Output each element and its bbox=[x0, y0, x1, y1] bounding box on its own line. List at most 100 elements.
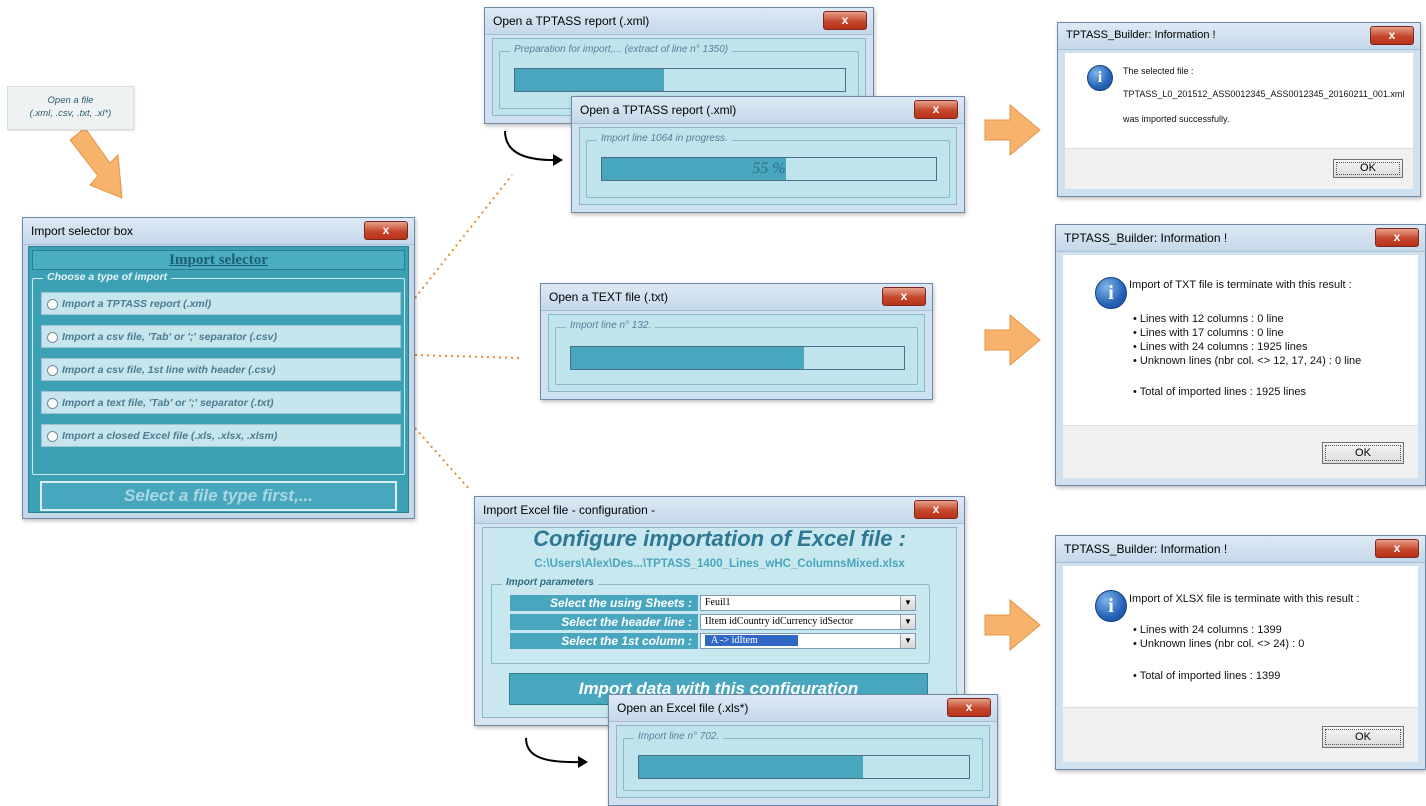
title-bar: Open a TPTASS report (.xml) bbox=[485, 8, 873, 35]
progress-fill bbox=[571, 347, 805, 369]
message-area: i The selected file : TPTASS_L0_201512_A… bbox=[1065, 53, 1413, 189]
sheet-select[interactable]: Feuil1 ▼ bbox=[700, 595, 916, 611]
message-line: The selected file : bbox=[1123, 66, 1194, 76]
progress-fill bbox=[639, 756, 864, 778]
result-line: • Lines with 12 columns : 0 line bbox=[1133, 313, 1284, 325]
progress-bar bbox=[514, 68, 846, 92]
result-line: • Unknown lines (nbr col. <> 24) : 0 bbox=[1133, 638, 1305, 650]
selector-header: Import selector bbox=[32, 250, 405, 270]
status-text: Import line n° 132. bbox=[566, 320, 656, 331]
shortcut-extensions: (.xml, .csv, .txt, .xl*) bbox=[29, 108, 112, 119]
window-title: TPTASS_Builder: Information ! bbox=[1064, 231, 1228, 245]
select-file-type-label: Select a file type first,... bbox=[124, 486, 313, 505]
progress-bar: 55 % bbox=[601, 157, 937, 181]
radio-import-text[interactable]: Import a text file, 'Tab' or ';' separat… bbox=[41, 391, 401, 414]
open-file-shortcut[interactable]: Open a file (.xml, .csv, .txt, .xl*) bbox=[7, 86, 134, 130]
file-path: C:\Users\Alex\Des...\TPTASS_1400_Lines_w… bbox=[534, 558, 905, 570]
ok-button[interactable]: OK bbox=[1322, 726, 1404, 748]
radio-label: Import a TPTASS report (.xml) bbox=[62, 298, 212, 310]
window-title: Open a TPTASS report (.xml) bbox=[493, 14, 650, 28]
title-bar: Open a TEXT file (.txt) bbox=[541, 284, 932, 311]
dialog-footer: OK bbox=[1063, 707, 1418, 762]
info-icon: i bbox=[1087, 65, 1113, 91]
radio-import-csv-separator[interactable]: Import a csv file, 'Tab' or ';' separato… bbox=[41, 325, 401, 348]
dropdown-arrow-icon[interactable]: ▼ bbox=[900, 615, 915, 629]
radio-import-excel[interactable]: Import a closed Excel file (.xls, .xlsx,… bbox=[41, 424, 401, 447]
radio-icon bbox=[47, 365, 58, 376]
info-icon: i bbox=[1095, 277, 1127, 309]
result-total: • Total of imported lines : 1399 bbox=[1133, 670, 1281, 682]
excel-config-window: Import Excel file - configuration - x Co… bbox=[474, 496, 965, 726]
status-text: Import line 1064 in progress. bbox=[597, 133, 732, 144]
excel-import-window: Open an Excel file (.xls*) x Import line… bbox=[608, 694, 998, 806]
message-area: i Import of XLSX file is terminate with … bbox=[1063, 566, 1418, 762]
progress-bar bbox=[570, 346, 905, 370]
message-area: i Import of TXT file is terminate with t… bbox=[1063, 255, 1418, 478]
selector-panel: Import selector Choose a type of import … bbox=[28, 246, 409, 513]
radio-import-xml[interactable]: Import a TPTASS report (.xml) bbox=[41, 292, 401, 315]
title-bar: Open an Excel file (.xls*) bbox=[609, 695, 997, 722]
radio-import-csv-header[interactable]: Import a csv file, 1st line with header … bbox=[41, 358, 401, 381]
progress-bar bbox=[638, 755, 970, 779]
first-column-select[interactable]: A -> idItem ▼ bbox=[700, 633, 916, 649]
xml-import-window: Open a TPTASS report (.xml) x Import lin… bbox=[571, 96, 965, 213]
title-bar: TPTASS_Builder: Information ! bbox=[1056, 225, 1425, 252]
curved-arrow-icon bbox=[525, 737, 581, 764]
dialog-footer: OK bbox=[1065, 148, 1413, 189]
title-bar: TPTASS_Builder: Information ! bbox=[1058, 23, 1420, 50]
dropdown-arrow-icon[interactable]: ▼ bbox=[900, 596, 915, 610]
sheet-value: Feuil1 bbox=[705, 597, 731, 608]
connector-line-xml bbox=[414, 174, 513, 299]
first-column-value: A -> idItem bbox=[705, 635, 798, 646]
window-title: TPTASS_Builder: Information ! bbox=[1064, 542, 1228, 556]
close-icon[interactable]: x bbox=[947, 698, 991, 717]
connector-line-excel bbox=[414, 427, 471, 491]
selector-header-text: Import selector bbox=[169, 252, 268, 268]
radio-label: Import a closed Excel file (.xls, .xlsx,… bbox=[62, 430, 278, 442]
window-title: TPTASS_Builder: Information ! bbox=[1066, 29, 1216, 41]
window-title: Import selector box bbox=[31, 224, 134, 238]
result-line: • Lines with 24 columns : 1925 lines bbox=[1133, 341, 1308, 353]
close-icon[interactable]: x bbox=[882, 287, 926, 306]
ok-button[interactable]: OK bbox=[1322, 442, 1404, 464]
header-line-value: IItem idCountry idCurrency idSector bbox=[705, 616, 854, 627]
import-selector-window: Import selector box x Import selector Ch… bbox=[22, 217, 415, 519]
radio-label: Import a csv file, 1st line with header … bbox=[62, 364, 276, 376]
connector-line-txt bbox=[414, 354, 523, 359]
result-total: • Total of imported lines : 1925 lines bbox=[1133, 386, 1307, 398]
window-title: Import Excel file - configuration - bbox=[483, 503, 656, 517]
close-icon[interactable]: x bbox=[364, 221, 408, 240]
import-type-group: Choose a type of import Import a TPTASS … bbox=[32, 271, 405, 475]
radio-icon bbox=[47, 332, 58, 343]
info-icon: i bbox=[1095, 590, 1127, 622]
close-icon[interactable]: x bbox=[914, 100, 958, 119]
sheet-label: Select the using Sheets : bbox=[510, 595, 698, 611]
window-title: Open a TEXT file (.txt) bbox=[549, 290, 668, 304]
curved-arrow-icon bbox=[504, 130, 554, 161]
result-line: • Lines with 24 columns : 1399 bbox=[1133, 624, 1282, 636]
select-file-type-button[interactable]: Select a file type first,... bbox=[40, 481, 397, 511]
close-icon[interactable]: x bbox=[1375, 539, 1419, 558]
header-line-select[interactable]: IItem idCountry idCurrency idSector ▼ bbox=[700, 614, 916, 630]
close-icon[interactable]: x bbox=[1370, 26, 1414, 45]
orange-arrow-icon bbox=[69, 127, 123, 199]
close-icon[interactable]: x bbox=[823, 11, 867, 30]
info-xml-dialog: TPTASS_Builder: Information ! x i The se… bbox=[1057, 22, 1421, 197]
title-bar: TPTASS_Builder: Information ! bbox=[1056, 536, 1425, 563]
radio-label: Import a text file, 'Tab' or ';' separat… bbox=[62, 397, 274, 409]
close-icon[interactable]: x bbox=[914, 500, 958, 519]
header-line-label: Select the header line : bbox=[510, 614, 698, 630]
orange-arrow-icon bbox=[984, 103, 1041, 157]
message-line: was imported successfully. bbox=[1123, 114, 1230, 124]
close-icon[interactable]: x bbox=[1375, 228, 1419, 247]
radio-icon bbox=[47, 431, 58, 442]
ok-button[interactable]: OK bbox=[1333, 159, 1403, 178]
radio-icon bbox=[47, 398, 58, 409]
dropdown-arrow-icon[interactable]: ▼ bbox=[900, 634, 915, 648]
message-filename: TPTASS_L0_201512_ASS0012345_ASS0012345_2… bbox=[1123, 89, 1405, 99]
status-group: Import line 1064 in progress. 55 % bbox=[586, 133, 950, 198]
import-type-legend: Choose a type of import bbox=[43, 271, 172, 283]
radio-icon bbox=[47, 299, 58, 310]
title-bar: Open a TPTASS report (.xml) bbox=[572, 97, 964, 124]
radio-label: Import a csv file, 'Tab' or ';' separato… bbox=[62, 331, 277, 343]
